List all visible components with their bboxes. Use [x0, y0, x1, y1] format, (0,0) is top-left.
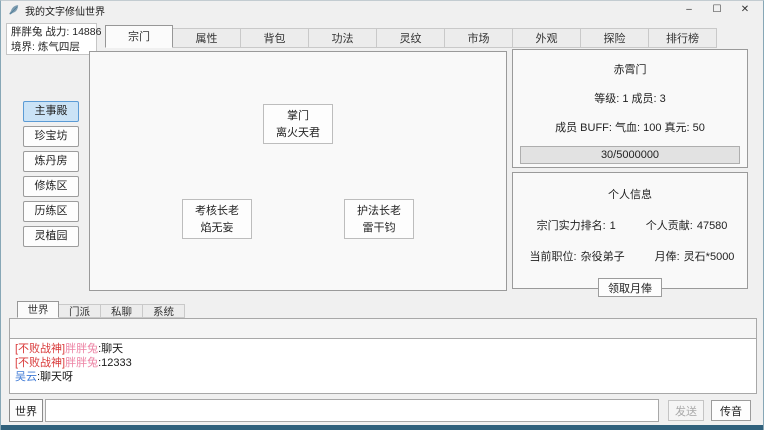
main-tabbar: 宗门 属性 背包 功法 灵纹 市场 外观 探险 排行榜 [105, 25, 717, 48]
minimize-icon[interactable]: – [675, 1, 703, 19]
chat-title-badge: [不败战神] [15, 357, 66, 369]
sidebar-item-xiulianqu[interactable]: 修炼区 [23, 176, 79, 197]
contribution-value: 47580 [696, 220, 728, 232]
chat-message-list[interactable]: [不败战神]胖胖兔:聊天 [不败战神]胖胖兔:12333 吴云:聊天呀 [9, 338, 757, 394]
npc-title: 掌门 [287, 110, 309, 122]
chat-message: [不败战神]胖胖兔:聊天 [15, 342, 751, 356]
send-button[interactable]: 发送 [668, 400, 704, 421]
chat-text: :聊天呀 [37, 371, 74, 383]
maximize-icon[interactable]: ☐ [703, 1, 731, 19]
tab-beibao[interactable]: 背包 [241, 28, 309, 48]
sect-rank-label: 宗门实力排名: [536, 220, 606, 232]
sect-member-buff: 成员 BUFF: 气血: 100 真元: 50 [555, 122, 705, 134]
npc-title: 护法长老 [357, 205, 401, 217]
current-position: 当前职位: 杂役弟子 [526, 248, 625, 264]
personal-info-title: 个人信息 [608, 189, 652, 201]
tab-shuxing[interactable]: 属性 [173, 28, 241, 48]
window-title: 我的文字修仙世界 [25, 6, 105, 18]
chat-text: :12333 [98, 357, 132, 369]
sidebar-item-zhenbaofang[interactable]: 珍宝坊 [23, 126, 79, 147]
chat-message: [不败战神]胖胖兔:12333 [15, 356, 751, 370]
chat-message: 吴云:聊天呀 [15, 370, 751, 384]
chat-tabbar: 世界 门派 私聊 系统 [17, 301, 185, 318]
npc-name: 离火天君 [276, 127, 320, 139]
sidebar-item-lilianqu[interactable]: 历练区 [23, 201, 79, 222]
tab-waiguan[interactable]: 外观 [513, 28, 581, 48]
chat-tab-private[interactable]: 私聊 [101, 304, 143, 318]
salary-value: 灵石*5000 [683, 251, 735, 263]
chat-username: 胖胖兔 [65, 357, 99, 369]
tab-zongmen[interactable]: 宗门 [105, 25, 173, 48]
player-info: 胖胖兔 战力: 14886 境界: 炼气四层 [6, 23, 102, 55]
sect-rank-value: 1 [609, 220, 616, 232]
chat-pane-header [9, 318, 757, 339]
app-window: 我的文字修仙世界 – ☐ ✕ 胖胖兔 战力: 14886 境界: 炼气四层 宗门… [0, 0, 764, 430]
tab-shichang[interactable]: 市场 [445, 28, 513, 48]
chat-channel-button[interactable]: 世界 [9, 399, 43, 422]
tab-gongfa[interactable]: 功法 [309, 28, 377, 48]
salary-label: 月俸: [654, 251, 680, 263]
chat-input[interactable] [45, 399, 659, 422]
monthly-salary: 月俸: 灵石*5000 [651, 248, 735, 264]
npc-guardian-elder[interactable]: 护法长老 雷干钧 [344, 199, 414, 239]
chat-username: 吴云 [15, 371, 37, 383]
chat-tab-system[interactable]: 系统 [143, 304, 185, 318]
chat-title-badge: [不败战神] [15, 343, 66, 355]
player-realm: 境界: 炼气四层 [11, 41, 80, 53]
npc-sect-leader[interactable]: 掌门 离火天君 [263, 104, 333, 144]
title-bar: 我的文字修仙世界 – ☐ ✕ [1, 1, 763, 19]
tk-feather-icon [9, 5, 19, 15]
sect-info-panel: 赤霄门 等级: 1 成员: 3 成员 BUFF: 气血: 100 真元: 50 … [512, 49, 748, 168]
tab-tanxian[interactable]: 探险 [581, 28, 649, 48]
npc-name: 雷干钧 [362, 222, 396, 234]
contribution-label: 个人贡献: [645, 220, 693, 232]
close-icon[interactable]: ✕ [731, 1, 759, 19]
personal-contribution: 个人贡献: 47580 [642, 217, 728, 233]
chat-text: :聊天 [98, 343, 124, 355]
sect-level-members: 等级: 1 成员: 3 [594, 93, 666, 105]
voice-button[interactable]: 传音 [711, 400, 751, 421]
chat-tab-sect[interactable]: 门派 [59, 304, 101, 318]
chat-username: 胖胖兔 [65, 343, 99, 355]
npc-exam-elder[interactable]: 考核长老 焰无妄 [182, 199, 252, 239]
claim-salary-button[interactable]: 领取月俸 [598, 278, 662, 297]
npc-name: 焰无妄 [200, 222, 234, 234]
sect-rank: 宗门实力排名: 1 [533, 217, 616, 233]
tab-lingwen[interactable]: 灵纹 [377, 28, 445, 48]
sect-map-panel: 掌门 离火天君 考核长老 焰无妄 护法长老 雷干钧 [89, 51, 507, 291]
sect-exp-progressbar: 30/5000000 [520, 146, 740, 164]
npc-title: 考核长老 [195, 205, 239, 217]
position-label: 当前职位: [529, 251, 577, 263]
sect-name: 赤霄门 [613, 64, 647, 76]
personal-info-panel: 个人信息 宗门实力排名: 1 个人贡献: 47580 当前职位: 杂役弟子 月俸: 灵石… [512, 172, 748, 297]
sect-sidebar: 主事殿 珍宝坊 炼丹房 修炼区 历练区 灵植园 [23, 101, 79, 251]
sidebar-item-zhushidian[interactable]: 主事殿 [23, 101, 79, 122]
sidebar-item-lingzhiyuan[interactable]: 灵植园 [23, 226, 79, 247]
position-value: 杂役弟子 [580, 251, 625, 263]
sidebar-item-liandanfang[interactable]: 炼丹房 [23, 151, 79, 172]
window-bottom-edge [1, 425, 763, 430]
tab-paihangbang[interactable]: 排行榜 [649, 28, 717, 48]
chat-tab-world[interactable]: 世界 [17, 301, 59, 318]
player-power: 胖胖兔 战力: 14886 [11, 26, 102, 38]
